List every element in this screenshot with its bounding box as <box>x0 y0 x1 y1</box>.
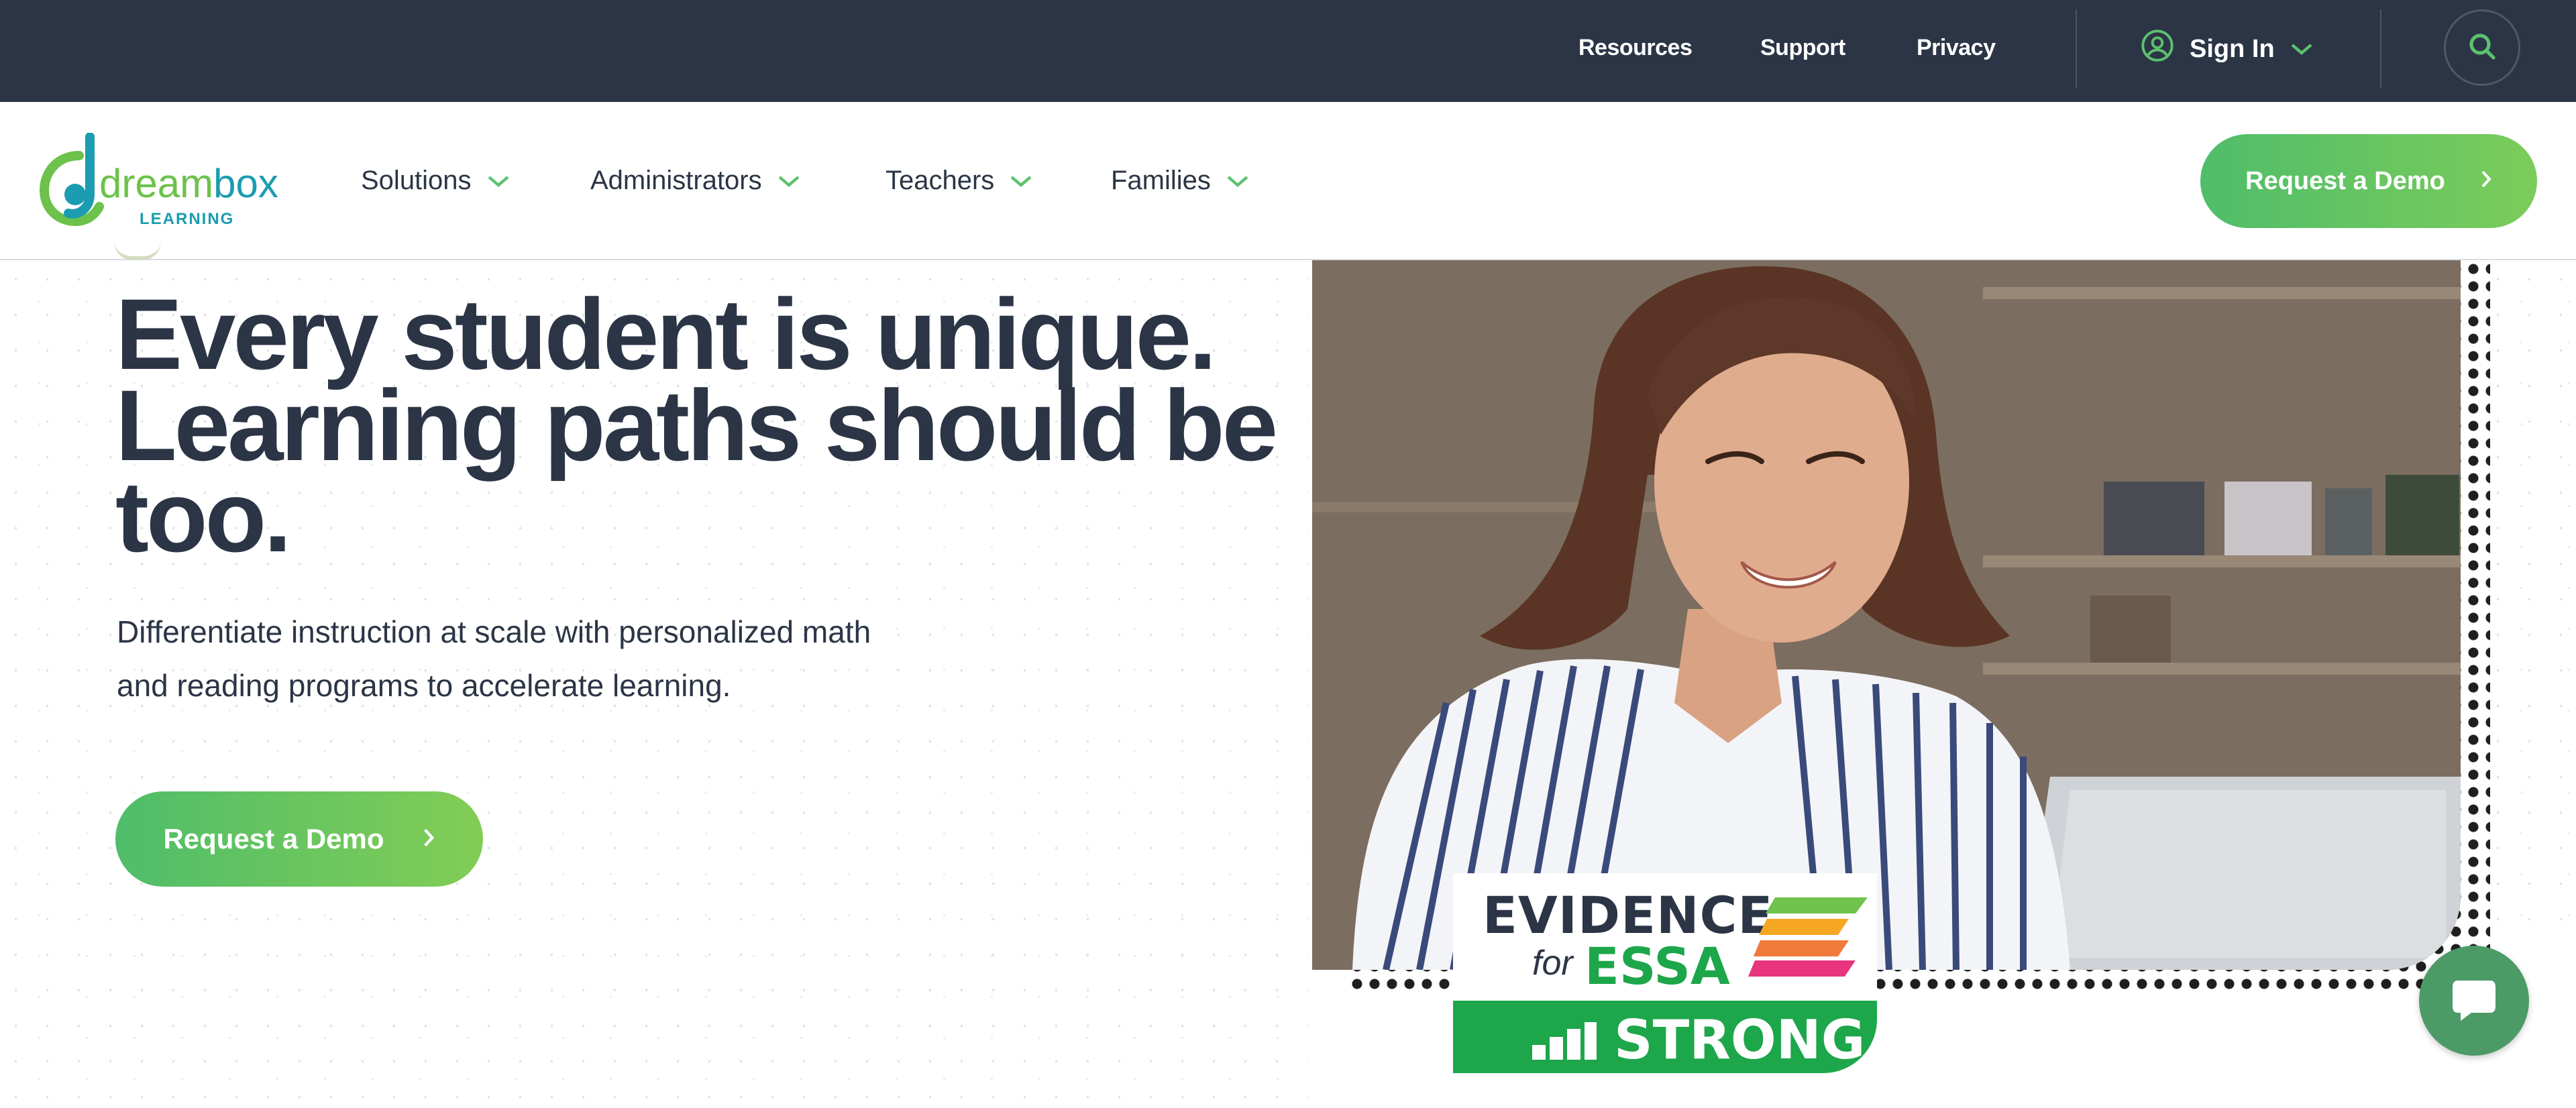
nav-families[interactable]: Families <box>1111 164 1250 197</box>
hero-heading: Every student is unique. Learning paths … <box>115 278 1278 573</box>
nav-label: Families <box>1111 165 1211 195</box>
chevron-down-icon <box>777 166 801 196</box>
chat-widget-button[interactable] <box>2419 946 2529 1056</box>
chevron-right-icon <box>2480 167 2492 196</box>
hero-subtitle-line: and reading programs to accelerate learn… <box>117 668 731 703</box>
dreambox-logo[interactable]: dreambox LEARNING <box>38 132 279 233</box>
chevron-down-icon <box>1226 166 1250 196</box>
hero-subtitle: Differentiate instruction at scale with … <box>117 605 1069 712</box>
badge-essa-text: ESSA <box>1585 936 1730 996</box>
privacy-link[interactable]: Privacy <box>1917 35 1996 61</box>
strength-bars-icon <box>1532 1022 1597 1063</box>
nav-label: Solutions <box>361 165 472 195</box>
utility-bar: Resources Support Privacy Sign In <box>0 0 2576 102</box>
topbar-divider <box>2076 9 2077 89</box>
topbar-divider <box>2380 9 2381 89</box>
badge-strong-text: STRONG <box>1614 1009 1866 1071</box>
hero-request-demo-button[interactable]: Request a Demo <box>115 791 483 887</box>
user-circle-icon <box>2140 28 2175 70</box>
nav-teachers[interactable]: Teachers <box>885 164 1033 197</box>
resources-link[interactable]: Resources <box>1578 35 1693 61</box>
nav-label: Teachers <box>885 165 995 195</box>
search-icon <box>2466 30 2498 66</box>
search-button[interactable] <box>2444 9 2520 86</box>
chevron-down-icon <box>486 166 511 196</box>
essa-stripes-logo <box>1748 891 1869 981</box>
sign-in-label: Sign In <box>2190 34 2275 63</box>
chevron-down-icon <box>1009 166 1033 196</box>
chevron-right-icon <box>422 823 435 855</box>
background-speckle <box>2482 262 2576 932</box>
evidence-for-essa-badge: EVIDENCE for ESSA STRONG <box>1453 873 1877 1073</box>
hero-photo <box>1312 260 2461 970</box>
support-link[interactable]: Support <box>1760 35 1845 61</box>
chevron-down-icon <box>2290 35 2314 64</box>
nav-administrators[interactable]: Administrators <box>590 164 801 197</box>
header-request-demo-button[interactable]: Request a Demo <box>2200 134 2537 228</box>
sign-in-button[interactable]: Sign In <box>2140 27 2314 71</box>
nav-label: Administrators <box>590 165 762 195</box>
cta-label: Request a Demo <box>163 823 384 854</box>
main-header: dreambox LEARNING Solutions Administrato… <box>0 102 2576 260</box>
chat-bubble-icon <box>2447 973 2501 1030</box>
cta-label: Request a Demo <box>2245 166 2445 195</box>
badge-for-text: for <box>1532 944 1573 983</box>
nav-solutions[interactable]: Solutions <box>361 164 511 197</box>
hero-subtitle-line: Differentiate instruction at scale with … <box>117 614 871 649</box>
logo-brand-text: dreambox <box>99 161 278 206</box>
svg-text:LEARNING: LEARNING <box>140 210 234 228</box>
